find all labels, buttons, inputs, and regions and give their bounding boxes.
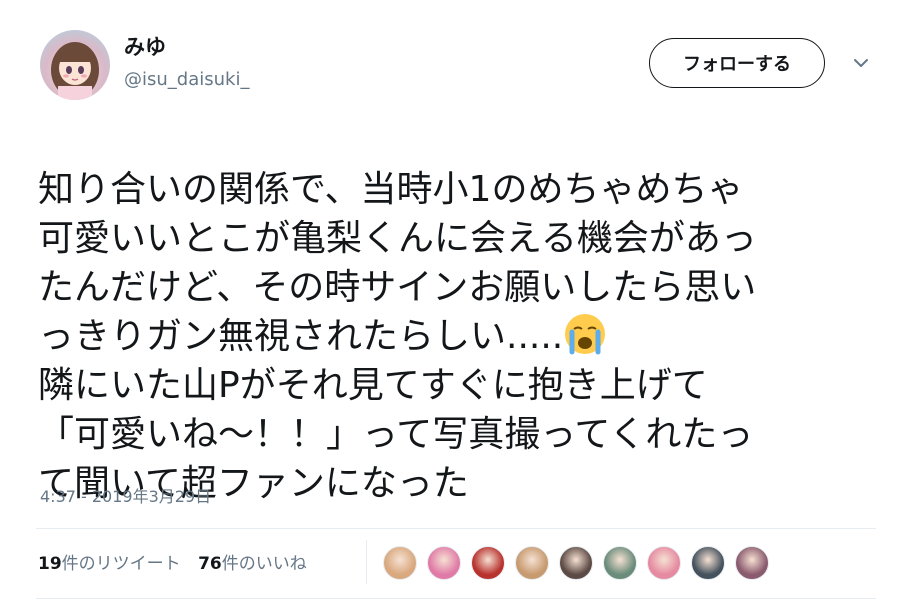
crying-face-icon	[565, 314, 606, 355]
tweet-timestamp[interactable]: 4:37 - 2019年3月29日	[40, 483, 211, 507]
tweet-line: 知り合いの関係で、当時小1のめちゃめちゃ	[38, 169, 744, 210]
follow-button[interactable]: フォローする	[649, 38, 825, 88]
display-name[interactable]: みゆ	[124, 34, 166, 60]
user-handle[interactable]: @isu_daisuki_	[124, 68, 249, 92]
avatar[interactable]	[40, 30, 110, 100]
liker-avatar[interactable]	[427, 546, 461, 580]
tweet-line: たんだけど、その時サインお願いしたら思い	[38, 267, 757, 308]
like-count-number: 76	[198, 554, 222, 574]
tweet-line: 隣にいた山Pがそれ見てすぐに抱き上げて	[38, 365, 708, 406]
divider	[36, 598, 876, 599]
tweet-line: っきりガン無視されたらしい.....	[38, 316, 564, 357]
tweet-stats: 19件のリツイート 76件のいいね	[38, 549, 319, 574]
divider	[36, 528, 876, 529]
chevron-down-icon[interactable]	[850, 52, 872, 74]
liker-avatar[interactable]	[559, 546, 593, 580]
retweet-count-number: 19	[38, 554, 62, 574]
liker-avatar[interactable]	[383, 546, 417, 580]
stats-separator	[366, 540, 367, 584]
retweet-count-label: 件のリツイート	[61, 554, 181, 574]
like-count[interactable]: 76件のいいね	[198, 549, 307, 574]
liker-avatar[interactable]	[515, 546, 549, 580]
avatar-illustration	[51, 42, 99, 100]
liker-avatar[interactable]	[471, 546, 505, 580]
liker-avatars	[383, 546, 779, 582]
liker-avatar[interactable]	[647, 546, 681, 580]
tweet-text: 知り合いの関係で、当時小1のめちゃめちゃ 可愛いいとこが亀梨くんに会える機会があ…	[38, 116, 878, 508]
retweet-count[interactable]: 19件のリツイート	[38, 549, 181, 574]
liker-avatar[interactable]	[603, 546, 637, 580]
tweet-header: みゆ @isu_daisuki_ フォローする	[40, 30, 880, 102]
like-count-label: 件のいいね	[221, 554, 307, 574]
tweet-line: 可愛いいとこが亀梨くんに会える機会があっ	[38, 218, 757, 259]
liker-avatar[interactable]	[691, 546, 725, 580]
liker-avatar[interactable]	[735, 546, 769, 580]
tweet-line: 「可愛いね〜！！」って写真撮ってくれたっ	[38, 414, 754, 455]
